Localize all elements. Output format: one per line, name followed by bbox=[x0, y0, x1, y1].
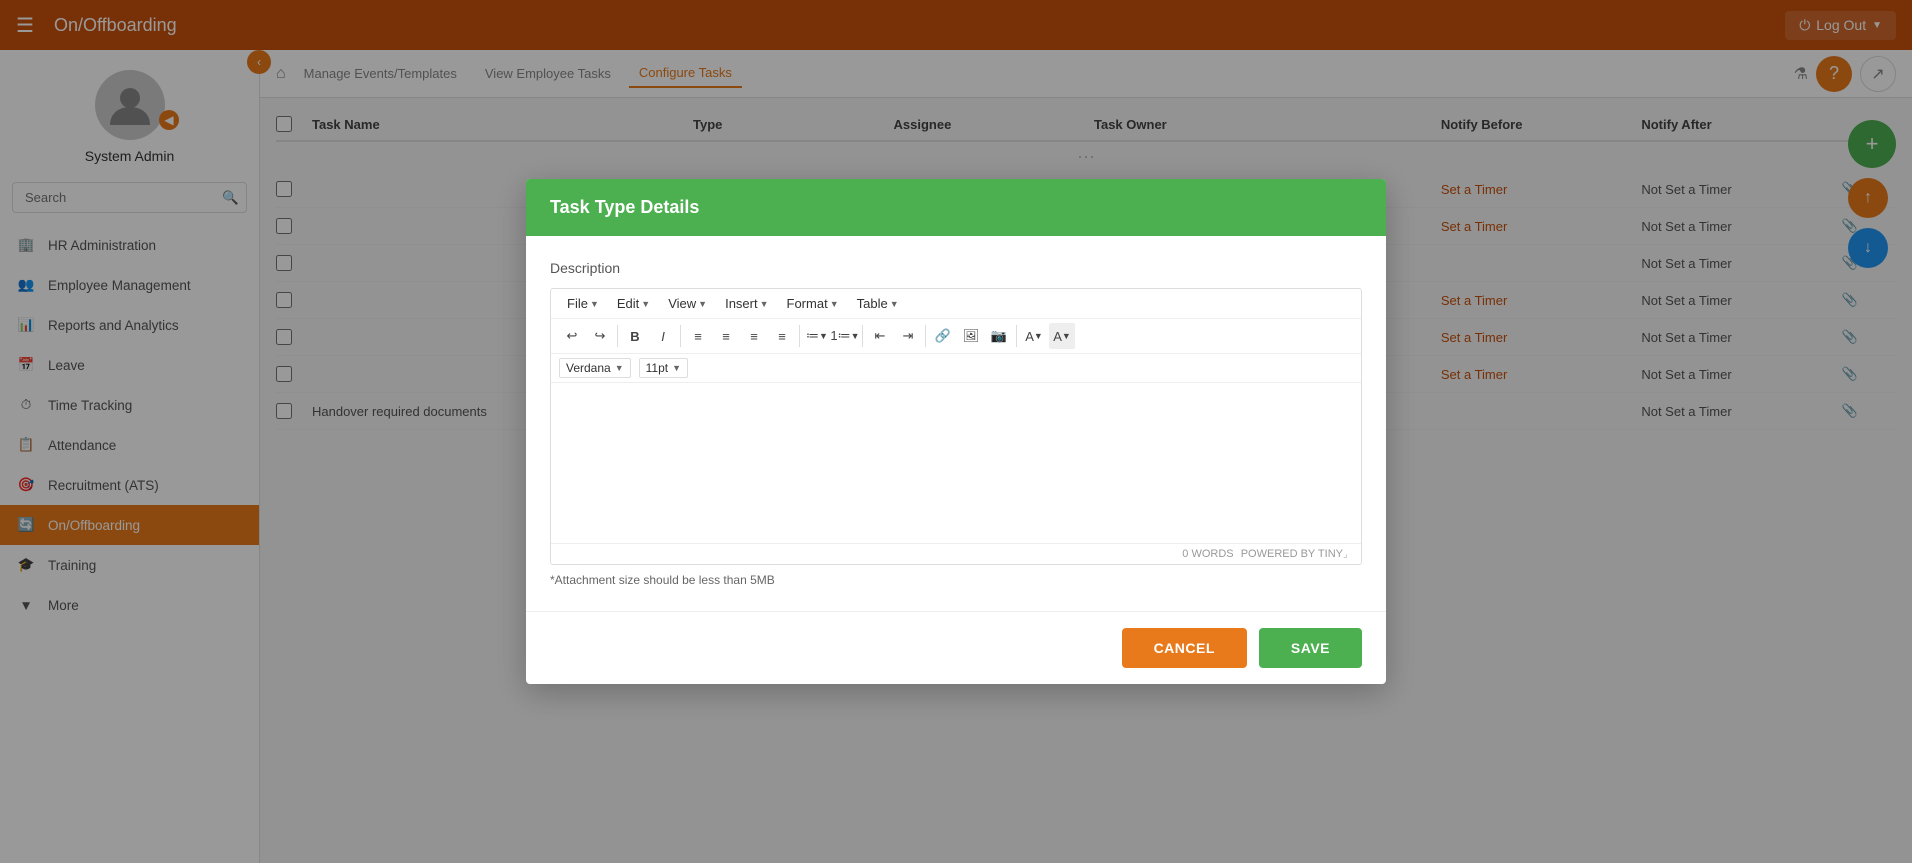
chevron-icon: ▼ bbox=[890, 299, 899, 309]
chevron-icon: ▼ bbox=[830, 299, 839, 309]
menu-file[interactable]: File ▼ bbox=[559, 293, 607, 314]
menu-edit[interactable]: Edit ▼ bbox=[609, 293, 658, 314]
modal-header: Task Type Details bbox=[526, 179, 1386, 236]
indent-button[interactable]: ⇥ bbox=[895, 323, 921, 349]
align-justify-button[interactable]: ≡ bbox=[769, 323, 795, 349]
image-button[interactable]: 🖼 bbox=[958, 323, 984, 349]
modal-title: Task Type Details bbox=[550, 197, 699, 217]
toolbar-separator bbox=[1016, 325, 1017, 347]
align-center-button[interactable]: ≡ bbox=[713, 323, 739, 349]
chevron-icon: ▼ bbox=[672, 363, 681, 373]
toolbar-separator bbox=[862, 325, 863, 347]
chevron-icon: ▼ bbox=[590, 299, 599, 309]
align-left-button[interactable]: ≡ bbox=[685, 323, 711, 349]
link-button[interactable]: 🔗 bbox=[930, 323, 956, 349]
menu-insert[interactable]: Insert ▼ bbox=[717, 293, 776, 314]
modal-overlay: Task Type Details Description File ▼ Edi… bbox=[0, 0, 1912, 863]
chevron-icon: ▼ bbox=[760, 299, 769, 309]
chevron-icon: ▼ bbox=[615, 363, 624, 373]
toolbar-separator bbox=[617, 325, 618, 347]
media-button[interactable]: 📷 bbox=[986, 323, 1012, 349]
editor-toolbar: ↩ ↪ B I ≡ ≡ ≡ ≡ ≔ ▼ 1≔ ▼ ⇤ ⇥ bbox=[551, 319, 1361, 354]
font-color-button[interactable]: A ▼ bbox=[1021, 323, 1047, 349]
modal-footer: CANCEL SAVE bbox=[526, 611, 1386, 684]
description-label: Description bbox=[550, 260, 1362, 276]
bold-button[interactable]: B bbox=[622, 323, 648, 349]
editor-statusbar: 0 WORDS POWERED BY TINY ⌟ bbox=[551, 543, 1361, 564]
editor-container: File ▼ Edit ▼ View ▼ Insert ▼ Format ▼ T… bbox=[550, 288, 1362, 565]
word-count: 0 WORDS POWERED BY TINY bbox=[1182, 548, 1343, 560]
redo-button[interactable]: ↪ bbox=[587, 323, 613, 349]
modal: Task Type Details Description File ▼ Edi… bbox=[526, 179, 1386, 684]
bullet-list-button[interactable]: ≔ ▼ bbox=[804, 323, 830, 349]
font-size-select[interactable]: 11pt ▼ bbox=[639, 358, 688, 378]
toolbar-separator bbox=[799, 325, 800, 347]
undo-button[interactable]: ↩ bbox=[559, 323, 585, 349]
menu-view[interactable]: View ▼ bbox=[660, 293, 715, 314]
menu-format[interactable]: Format ▼ bbox=[779, 293, 847, 314]
align-right-button[interactable]: ≡ bbox=[741, 323, 767, 349]
toolbar-separator bbox=[680, 325, 681, 347]
editor-menubar: File ▼ Edit ▼ View ▼ Insert ▼ Format ▼ T… bbox=[551, 289, 1361, 319]
resize-handle-icon[interactable]: ⌟ bbox=[1343, 549, 1353, 559]
outdent-button[interactable]: ⇤ bbox=[867, 323, 893, 349]
editor-content[interactable] bbox=[551, 383, 1361, 543]
menu-table[interactable]: Table ▼ bbox=[849, 293, 907, 314]
modal-body: Description File ▼ Edit ▼ View ▼ Insert … bbox=[526, 236, 1386, 611]
cancel-button[interactable]: CANCEL bbox=[1122, 628, 1247, 668]
editor-fontbar: Verdana ▼ 11pt ▼ bbox=[551, 354, 1361, 383]
highlight-button[interactable]: A ▼ bbox=[1049, 323, 1075, 349]
ordered-list-button[interactable]: 1≔ ▼ bbox=[832, 323, 858, 349]
chevron-icon: ▼ bbox=[698, 299, 707, 309]
save-button[interactable]: SAVE bbox=[1259, 628, 1362, 668]
font-family-select[interactable]: Verdana ▼ bbox=[559, 358, 631, 378]
toolbar-separator bbox=[925, 325, 926, 347]
italic-button[interactable]: I bbox=[650, 323, 676, 349]
attachment-note: *Attachment size should be less than 5MB bbox=[550, 573, 1362, 587]
chevron-icon: ▼ bbox=[641, 299, 650, 309]
